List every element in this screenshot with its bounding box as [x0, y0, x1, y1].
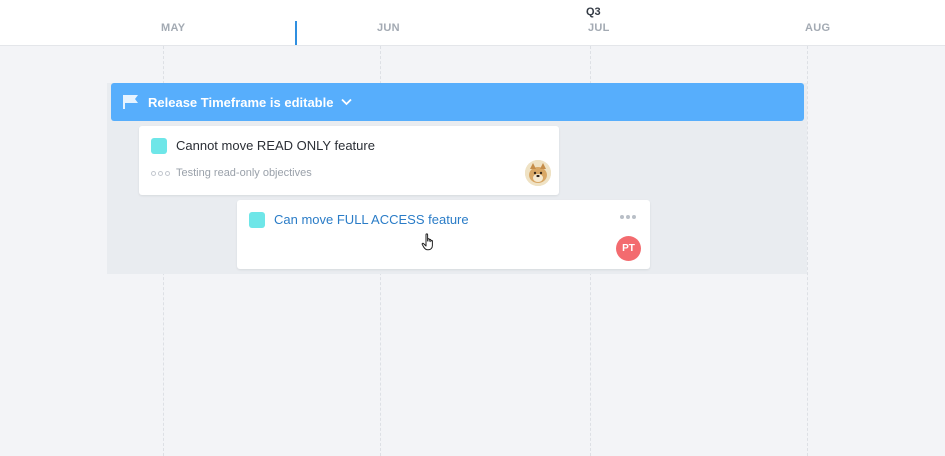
feature-color-swatch [151, 138, 167, 154]
feature-title: Cannot move READ ONLY feature [176, 138, 375, 153]
quarter-label: Q3 [586, 6, 601, 18]
grid-line-aug [807, 46, 808, 456]
release-title: Release Timeframe is editable [148, 94, 334, 110]
chevron-down-icon[interactable] [341, 98, 353, 106]
timeline-header: Q3 MAY JUN JUL AUG [0, 0, 945, 46]
user-avatar: PT [616, 236, 641, 261]
today-marker [295, 21, 297, 45]
doge-avatar [525, 160, 551, 186]
more-options-icon[interactable] [618, 213, 638, 221]
objective-icon [151, 170, 170, 176]
feature-title-link[interactable]: Can move FULL ACCESS feature [274, 212, 469, 227]
objective-label: Testing read-only objectives [176, 167, 312, 179]
feature-color-swatch [249, 212, 265, 228]
month-label-may: MAY [161, 22, 186, 34]
month-label-jun: JUN [377, 22, 400, 34]
feature-card-full-access[interactable]: Can move FULL ACCESS feature PT [237, 200, 650, 269]
release-timeframe-bar[interactable]: Release Timeframe is editable [111, 83, 804, 121]
hand-cursor-icon [421, 233, 437, 251]
flag-icon [122, 94, 140, 110]
month-label-jul: JUL [588, 22, 610, 34]
objective-row: Testing read-only objectives [151, 167, 312, 179]
month-label-aug: AUG [805, 22, 831, 34]
feature-card-read-only: Cannot move READ ONLY feature Testing re… [139, 126, 559, 195]
